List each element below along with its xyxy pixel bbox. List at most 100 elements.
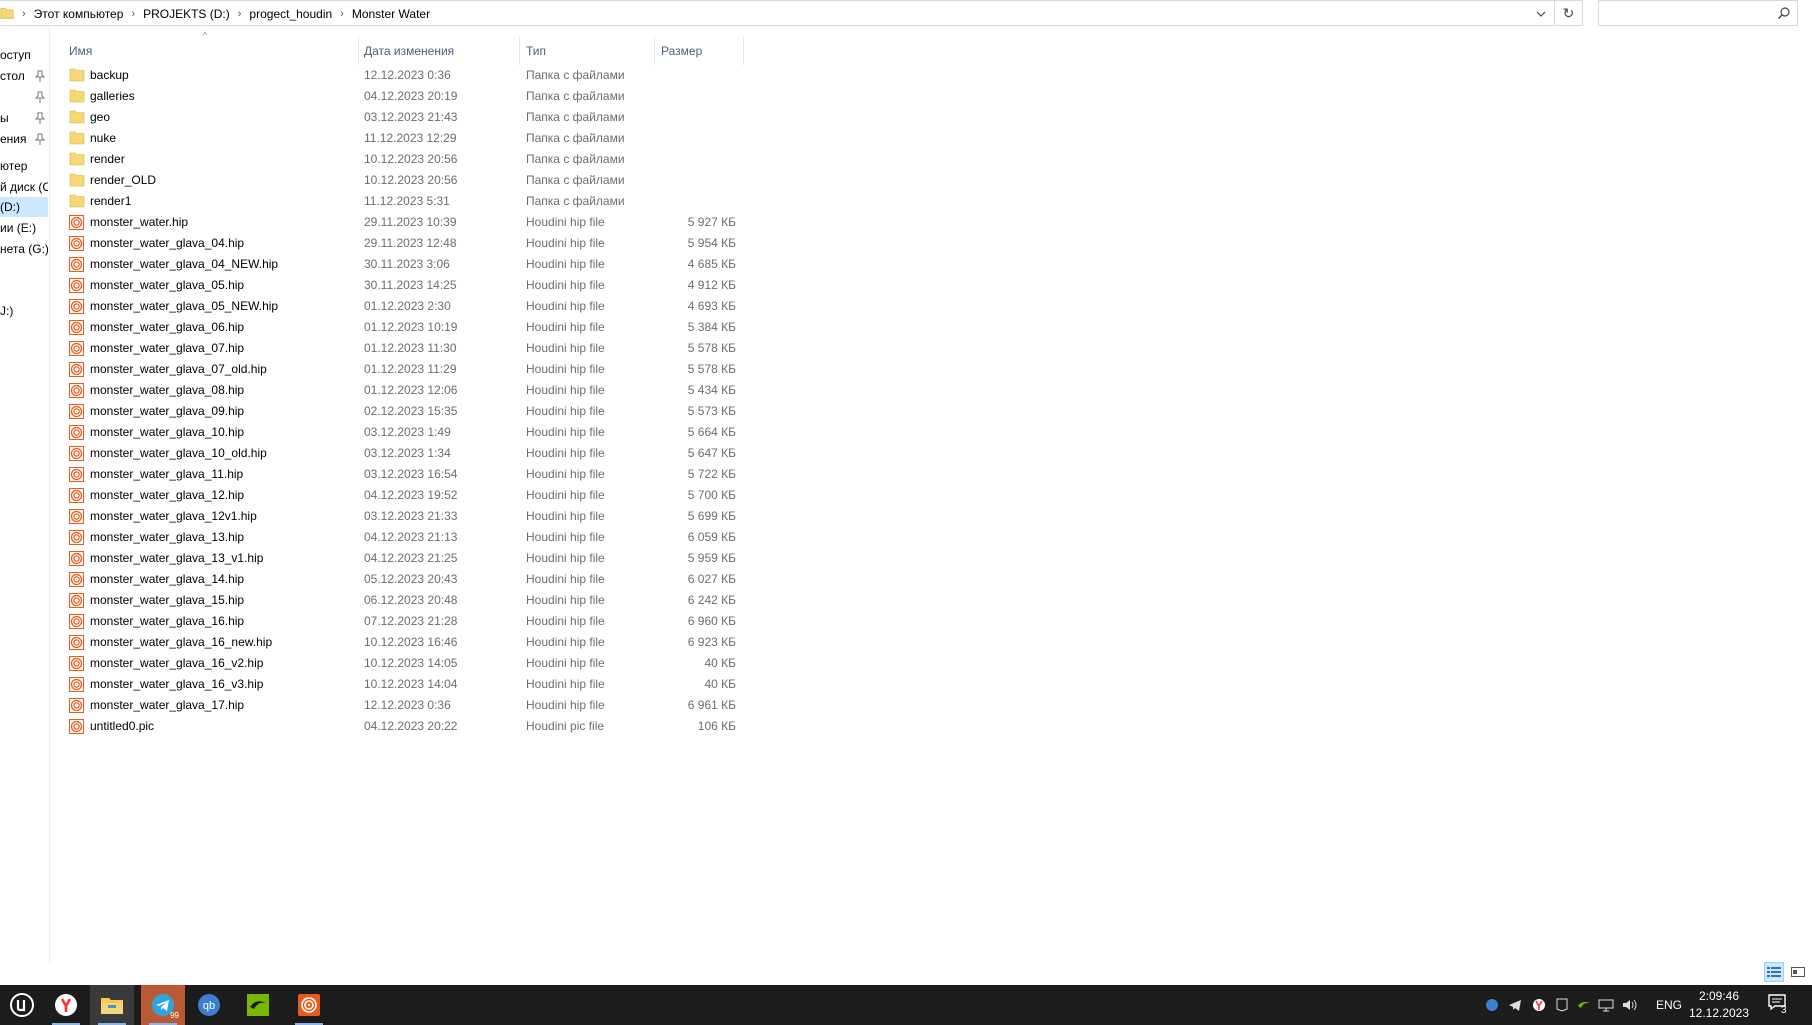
- file-type: Houdini hip file: [526, 572, 605, 586]
- file-row[interactable]: monster_water.hip 29.11.2023 10:39 Houdini…: [51, 212, 751, 233]
- folder-icon: [69, 110, 85, 125]
- nav-item[interactable]: ии (E:): [0, 218, 48, 238]
- file-row[interactable]: monster_water_glava_04_NEW.hip 30.11.2023…: [51, 254, 751, 275]
- column-divider[interactable]: [358, 37, 359, 65]
- nav-item[interactable]: ы: [0, 108, 48, 128]
- file-name: monster_water_glava_13_v1.hip: [90, 551, 264, 565]
- file-name: monster_water_glava_12v1.hip: [90, 509, 257, 523]
- column-divider[interactable]: [519, 37, 520, 65]
- file-row[interactable]: monster_water_glava_16.hip 07.12.2023 21:…: [51, 611, 751, 632]
- network-icon[interactable]: [1598, 997, 1614, 1013]
- action-center-button[interactable]: 3: [1767, 993, 1793, 1019]
- pin-icon: [34, 70, 46, 82]
- nav-item[interactable]: J:): [0, 301, 48, 321]
- nav-item[interactable]: стол: [0, 66, 48, 86]
- file-row[interactable]: nuke 11.12.2023 12:29 Папка с файлами: [51, 128, 751, 149]
- column-header-date[interactable]: Дата изменения: [364, 37, 524, 65]
- file-name: monster_water_glava_16_new.hip: [90, 635, 273, 649]
- file-row[interactable]: monster_water_glava_09.hip 02.12.2023 15:…: [51, 401, 751, 422]
- language-indicator[interactable]: ENG: [1656, 998, 1682, 1012]
- column-type-label: Тип: [526, 44, 547, 58]
- column-header-type[interactable]: Тип: [526, 37, 646, 65]
- file-row[interactable]: render_OLD 10.12.2023 20:56 Папка с файлам…: [51, 170, 751, 191]
- file-date: 02.12.2023 15:35: [364, 404, 458, 418]
- nav-item-label: й диск (C: [0, 180, 48, 194]
- file-type: Houdini hip file: [526, 467, 605, 481]
- file-row[interactable]: monster_water_glava_06.hip 01.12.2023 10:…: [51, 317, 751, 338]
- column-header-name[interactable]: Имя: [69, 37, 359, 65]
- nav-item[interactable]: оступ: [0, 45, 48, 65]
- chevron-right-icon[interactable]: ›: [338, 8, 346, 20]
- nav-item[interactable]: нета (G:): [0, 239, 48, 259]
- nav-item[interactable]: ютер: [0, 156, 48, 176]
- file-row[interactable]: monster_water_glava_17.hip 12.12.2023 0:3…: [51, 695, 751, 716]
- file-row[interactable]: monster_water_glava_11.hip 03.12.2023 16:…: [51, 464, 751, 485]
- file-size: 5 434 КБ: [687, 383, 736, 397]
- file-row[interactable]: monster_water_glava_16_v2.hip 10.12.2023 …: [51, 653, 751, 674]
- volume-icon[interactable]: [1622, 997, 1638, 1013]
- file-row[interactable]: monster_water_glava_15.hip 06.12.2023 20:…: [51, 590, 751, 611]
- file-row[interactable]: untitled0.pic 04.12.2023 20:22 Houdini pic…: [51, 716, 751, 737]
- file-row[interactable]: monster_water_glava_05_NEW.hip 01.12.2023…: [51, 296, 751, 317]
- file-row[interactable]: monster_water_glava_07.hip 01.12.2023 11:…: [51, 338, 751, 359]
- chevron-right-icon[interactable]: ›: [20, 8, 28, 20]
- nav-item[interactable]: й диск (C: [0, 177, 48, 197]
- nvidia-tray-icon[interactable]: [1576, 997, 1592, 1013]
- houdini-file-icon: [69, 677, 85, 692]
- file-row[interactable]: monster_water_glava_13.hip 04.12.2023 21:…: [51, 527, 751, 548]
- taskbar: 99 qb ENG 2:09:46 12.12.2023 3: [0, 985, 1812, 1025]
- crumb-folder[interactable]: progect_houdin: [243, 7, 338, 21]
- file-row[interactable]: backup 12.12.2023 0:36 Папка с файлами: [51, 65, 751, 86]
- column-divider[interactable]: [743, 37, 744, 65]
- file-row[interactable]: monster_water_glava_16_v3.hip 10.12.2023 …: [51, 674, 751, 695]
- file-row[interactable]: monster_water_glava_05.hip 30.11.2023 14:…: [51, 275, 751, 296]
- address-box[interactable]: › Этот компьютер › PROJEKTS (D:) › proge…: [0, 0, 1555, 26]
- nav-item[interactable]: [0, 87, 48, 107]
- file-row[interactable]: monster_water_glava_10.hip 03.12.2023 1:4…: [51, 422, 751, 443]
- refresh-button[interactable]: ↻: [1555, 0, 1583, 26]
- houdini-file-icon: [69, 614, 85, 629]
- pin-icon: [34, 112, 46, 124]
- nav-item[interactable]: ения: [0, 129, 48, 149]
- yandex-tray-icon[interactable]: [1531, 997, 1547, 1013]
- file-row[interactable]: monster_water_glava_04.hip 29.11.2023 12:…: [51, 233, 751, 254]
- file-date: 03.12.2023 1:34: [364, 446, 451, 460]
- clock[interactable]: 2:09:46 12.12.2023: [1686, 988, 1752, 1022]
- column-header-size[interactable]: Размер: [661, 37, 741, 65]
- file-row[interactable]: galleries 04.12.2023 20:19 Папка с файлами: [51, 86, 751, 107]
- file-size: 5 700 КБ: [687, 488, 736, 502]
- file-type: Папка с файлами: [526, 173, 625, 187]
- chevron-right-icon[interactable]: ›: [129, 8, 137, 20]
- tiles-view-icon: [1791, 967, 1805, 977]
- file-type: Папка с файлами: [526, 152, 625, 166]
- crumb-drive[interactable]: PROJEKTS (D:): [137, 7, 236, 21]
- file-row[interactable]: monster_water_glava_12v1.hip 03.12.2023 2…: [51, 506, 751, 527]
- file-row[interactable]: monster_water_glava_12.hip 04.12.2023 19:…: [51, 485, 751, 506]
- epic-games-tray-icon[interactable]: [1554, 997, 1570, 1013]
- file-name: monster_water_glava_13.hip: [90, 530, 245, 544]
- search-input[interactable]: [1598, 0, 1798, 26]
- telegram-tray-icon[interactable]: [1507, 997, 1523, 1013]
- file-row[interactable]: monster_water_glava_13_v1.hip 04.12.2023 …: [51, 548, 751, 569]
- nav-item[interactable]: (D:): [0, 197, 48, 217]
- large-icons-view-button[interactable]: [1788, 962, 1808, 982]
- file-row[interactable]: monster_water_glava_08.hip 01.12.2023 12:…: [51, 380, 751, 401]
- file-row[interactable]: monster_water_glava_14.hip 05.12.2023 20:…: [51, 569, 751, 590]
- file-row[interactable]: render 10.12.2023 20:56 Папка с файлами: [51, 149, 751, 170]
- column-divider[interactable]: [654, 37, 655, 65]
- file-type: Houdini hip file: [526, 236, 605, 250]
- file-date: 04.12.2023 21:13: [364, 530, 458, 544]
- qbittorrent-tray-icon[interactable]: [1484, 997, 1500, 1013]
- file-name: monster_water_glava_16_v3.hip: [90, 677, 264, 691]
- chevron-right-icon[interactable]: ›: [236, 8, 244, 20]
- file-date: 03.12.2023 21:43: [364, 110, 458, 124]
- crumb-current[interactable]: Monster Water: [346, 7, 436, 21]
- file-row[interactable]: render1 11.12.2023 5:31 Папка с файлами: [51, 191, 751, 212]
- file-row[interactable]: geo 03.12.2023 21:43 Папка с файлами: [51, 107, 751, 128]
- file-row[interactable]: monster_water_glava_16_new.hip 10.12.2023…: [51, 632, 751, 653]
- details-view-button[interactable]: [1764, 962, 1784, 982]
- crumb-this-pc[interactable]: Этот компьютер: [28, 7, 130, 21]
- file-row[interactable]: monster_water_glava_10_old.hip 03.12.2023…: [51, 443, 751, 464]
- file-row[interactable]: monster_water_glava_07_old.hip 01.12.2023…: [51, 359, 751, 380]
- address-history-button[interactable]: [1528, 1, 1554, 26]
